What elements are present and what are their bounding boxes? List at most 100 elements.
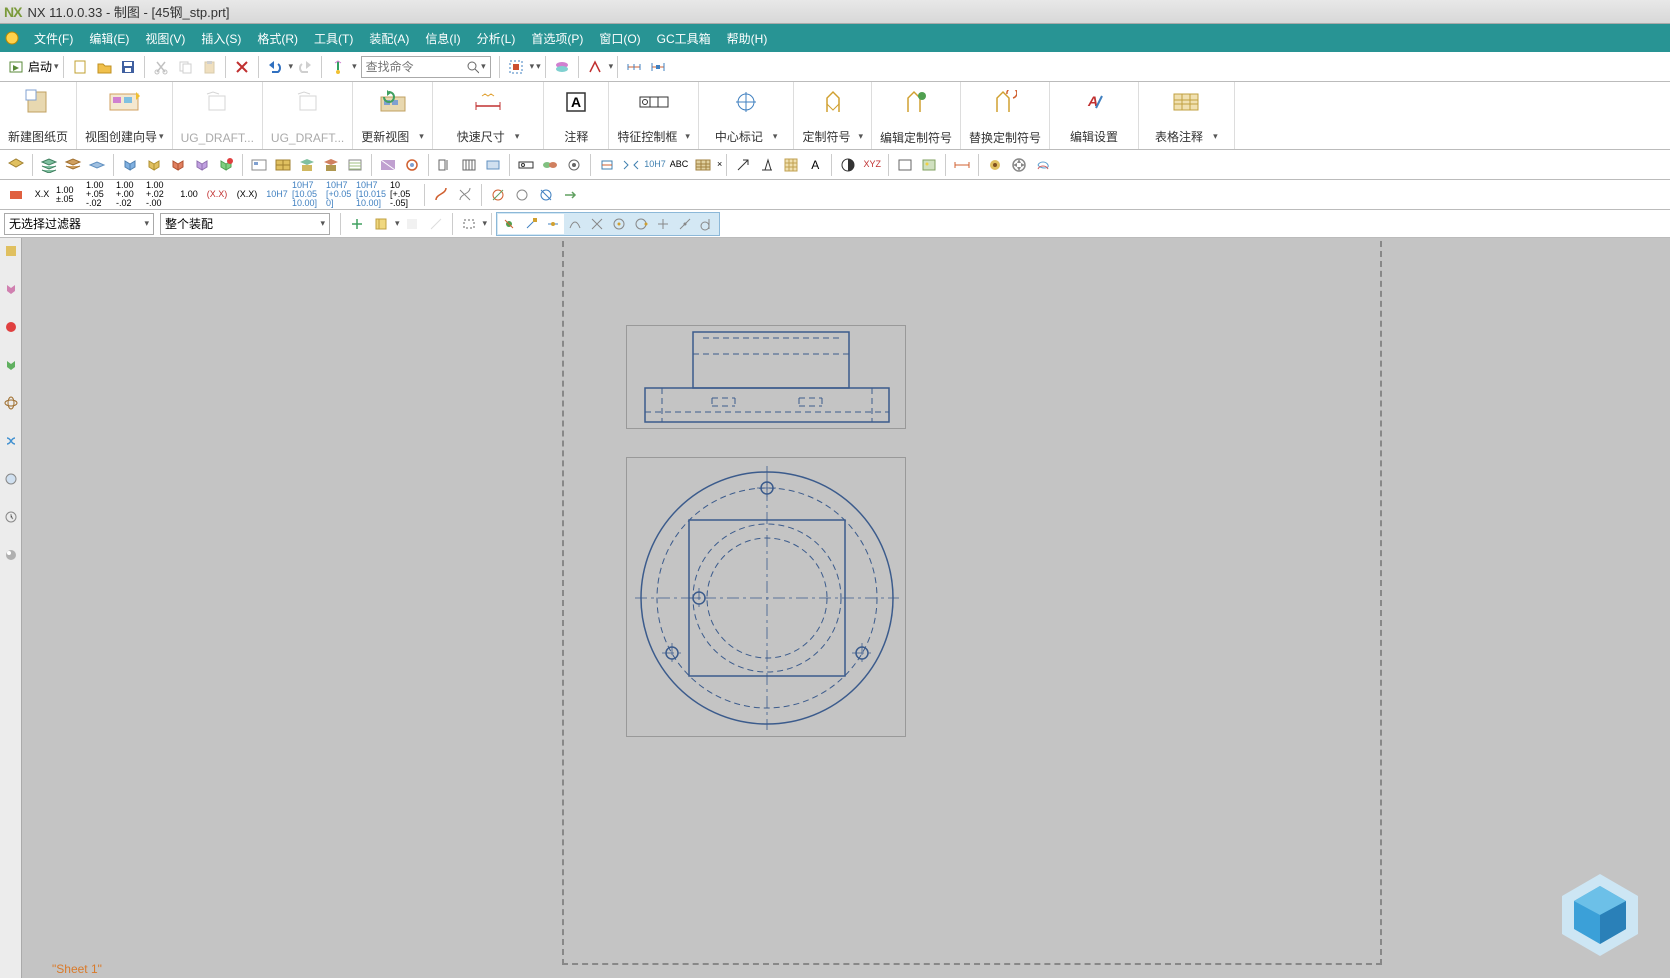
delete-icon[interactable] <box>230 55 254 79</box>
dim2-icon[interactable] <box>457 153 481 177</box>
sel-rect-icon[interactable] <box>457 212 481 236</box>
menu-info[interactable]: 信息(I) <box>417 30 468 47</box>
ribbon-new-sheet[interactable]: 新建图纸页 <box>0 82 77 149</box>
tol-none-icon[interactable] <box>4 183 28 207</box>
section-icon[interactable] <box>376 153 400 177</box>
gdt2-icon[interactable] <box>538 153 562 177</box>
circle2-icon[interactable] <box>510 183 534 207</box>
ribbon-replace-symbol[interactable]: 替换定制符号 <box>961 82 1050 149</box>
sel-line-icon[interactable] <box>424 212 448 236</box>
precision-7[interactable]: (X.X) <box>232 183 262 207</box>
touch-drop-icon[interactable]: ▾ <box>352 61 357 72</box>
snap-oncurve-icon[interactable] <box>674 214 696 234</box>
curve1-icon[interactable] <box>429 183 453 207</box>
fit-drop-icon[interactable]: ▾ <box>530 61 535 72</box>
ribbon-edit-symbol[interactable]: 编辑定制符号 <box>872 82 961 149</box>
paste-icon[interactable] <box>197 55 221 79</box>
resource-drafting-icon[interactable] <box>2 356 20 374</box>
cut-icon[interactable] <box>149 55 173 79</box>
menu-view[interactable]: 视图(V) <box>137 30 193 47</box>
assy3-icon[interactable] <box>166 153 190 177</box>
ribbon-tabular-note[interactable]: 表格注释▾ <box>1139 82 1235 149</box>
circle1-icon[interactable] <box>486 183 510 207</box>
gdt1-icon[interactable] <box>514 153 538 177</box>
surface-icon[interactable] <box>755 153 779 177</box>
snap-enable-icon[interactable] <box>498 214 520 234</box>
precision-4[interactable]: 1.00 +.02 -.00 <box>146 183 176 207</box>
snap-quadrant-icon[interactable] <box>630 214 652 234</box>
snap-control-icon[interactable] <box>564 214 586 234</box>
detail-icon[interactable] <box>400 153 424 177</box>
command-search[interactable]: ▾ <box>361 56 491 78</box>
hole3-label[interactable]: 10H7 <box>643 153 667 177</box>
wcs-icon[interactable] <box>583 55 607 79</box>
layers1-icon[interactable] <box>37 153 61 177</box>
assy1-icon[interactable] <box>118 153 142 177</box>
snap-exist-icon[interactable] <box>652 214 674 234</box>
assembly-scope[interactable]: 整个装配 <box>160 213 330 235</box>
ribbon-edit-settings[interactable]: A 编辑设置 <box>1050 82 1139 149</box>
sel-cross-icon[interactable] <box>345 212 369 236</box>
precision-1[interactable]: 1.00 ±.05 <box>56 183 86 207</box>
ribbon-update-view[interactable]: 更新视图▾ <box>353 82 433 149</box>
ribbon-fcf[interactable]: 特征控制框▾ <box>609 82 699 149</box>
ribbon-custom-symbol[interactable]: 定制符号▾ <box>794 82 872 149</box>
assy4-icon[interactable] <box>190 153 214 177</box>
menu-assembly[interactable]: 装配(A) <box>361 30 417 47</box>
layer-icon[interactable] <box>550 55 574 79</box>
save-icon[interactable] <box>116 55 140 79</box>
launch-button[interactable] <box>4 55 28 79</box>
text-a-icon[interactable]: A <box>803 153 827 177</box>
snap-center-icon[interactable] <box>608 214 630 234</box>
sel-face-icon[interactable] <box>400 212 424 236</box>
launch-drop-icon[interactable]: ▾ <box>54 61 59 72</box>
circle3-icon[interactable] <box>534 183 558 207</box>
resource-render-icon[interactable] <box>2 546 20 564</box>
dim1-icon[interactable] <box>433 153 457 177</box>
ribbon-view-wizard[interactable]: 视图创建向导▾ <box>77 82 173 149</box>
resource-clock-icon[interactable] <box>2 508 20 526</box>
selection-filter[interactable]: 无选择过滤器 <box>4 213 154 235</box>
menu-analysis[interactable]: 分析(L) <box>469 30 524 47</box>
ribbon-ugdraft2[interactable]: UG_DRAFT... <box>263 82 353 149</box>
layer-settings-icon[interactable] <box>4 153 28 177</box>
precision-12[interactable]: 10 [+.05 -.05] <box>390 183 420 207</box>
fit-view-icon[interactable] <box>504 55 528 79</box>
xyz-icon[interactable]: XYZ <box>860 153 884 177</box>
ribbon-ugdraft1[interactable]: UG_DRAFT... <box>173 82 263 149</box>
tool2-icon[interactable] <box>1007 153 1031 177</box>
rect-icon[interactable] <box>893 153 917 177</box>
gdt3-icon[interactable] <box>562 153 586 177</box>
drawing-view-top[interactable] <box>626 457 906 737</box>
menu-format[interactable]: 格式(R) <box>249 30 306 47</box>
layers2-icon[interactable] <box>61 153 85 177</box>
snap-intersect-icon[interactable] <box>586 214 608 234</box>
snap-end-icon[interactable] <box>520 214 542 234</box>
precision-11[interactable]: 10H7 [10.015 10.00] <box>356 183 390 207</box>
ribbon-center-mark[interactable]: 中心标记▾ <box>699 82 795 149</box>
grid-icon[interactable] <box>779 153 803 177</box>
view5-icon[interactable] <box>343 153 367 177</box>
new-file-icon[interactable] <box>68 55 92 79</box>
ribbon-note[interactable]: A 注释 <box>544 82 609 149</box>
hole2-icon[interactable] <box>619 153 643 177</box>
copy-icon[interactable] <box>173 55 197 79</box>
snap-mid-icon[interactable] <box>542 214 564 234</box>
precision-2[interactable]: 1.00 +.05 -.02 <box>86 183 116 207</box>
resource-web-icon[interactable] <box>2 432 20 450</box>
table-icon[interactable] <box>691 153 715 177</box>
menu-help[interactable]: 帮助(H) <box>719 30 776 47</box>
curve2-icon[interactable] <box>453 183 477 207</box>
tool3-icon[interactable] <box>1031 153 1055 177</box>
menu-file[interactable]: 文件(F) <box>26 30 81 47</box>
precision-3[interactable]: 1.00 +.00 -.02 <box>116 183 146 207</box>
hole4-label[interactable]: ABC <box>667 153 691 177</box>
tool1-icon[interactable] <box>983 153 1007 177</box>
ribbon-rapid-dim[interactable]: 快速尺寸▾ <box>433 82 545 149</box>
resource-reuse-icon[interactable] <box>2 394 20 412</box>
snap-tangent-icon[interactable] <box>696 214 718 234</box>
dim3-icon[interactable] <box>481 153 505 177</box>
search-drop-icon[interactable]: ▾ <box>481 61 486 72</box>
dim-baseline-icon[interactable] <box>646 55 670 79</box>
dim-tool-icon[interactable] <box>950 153 974 177</box>
